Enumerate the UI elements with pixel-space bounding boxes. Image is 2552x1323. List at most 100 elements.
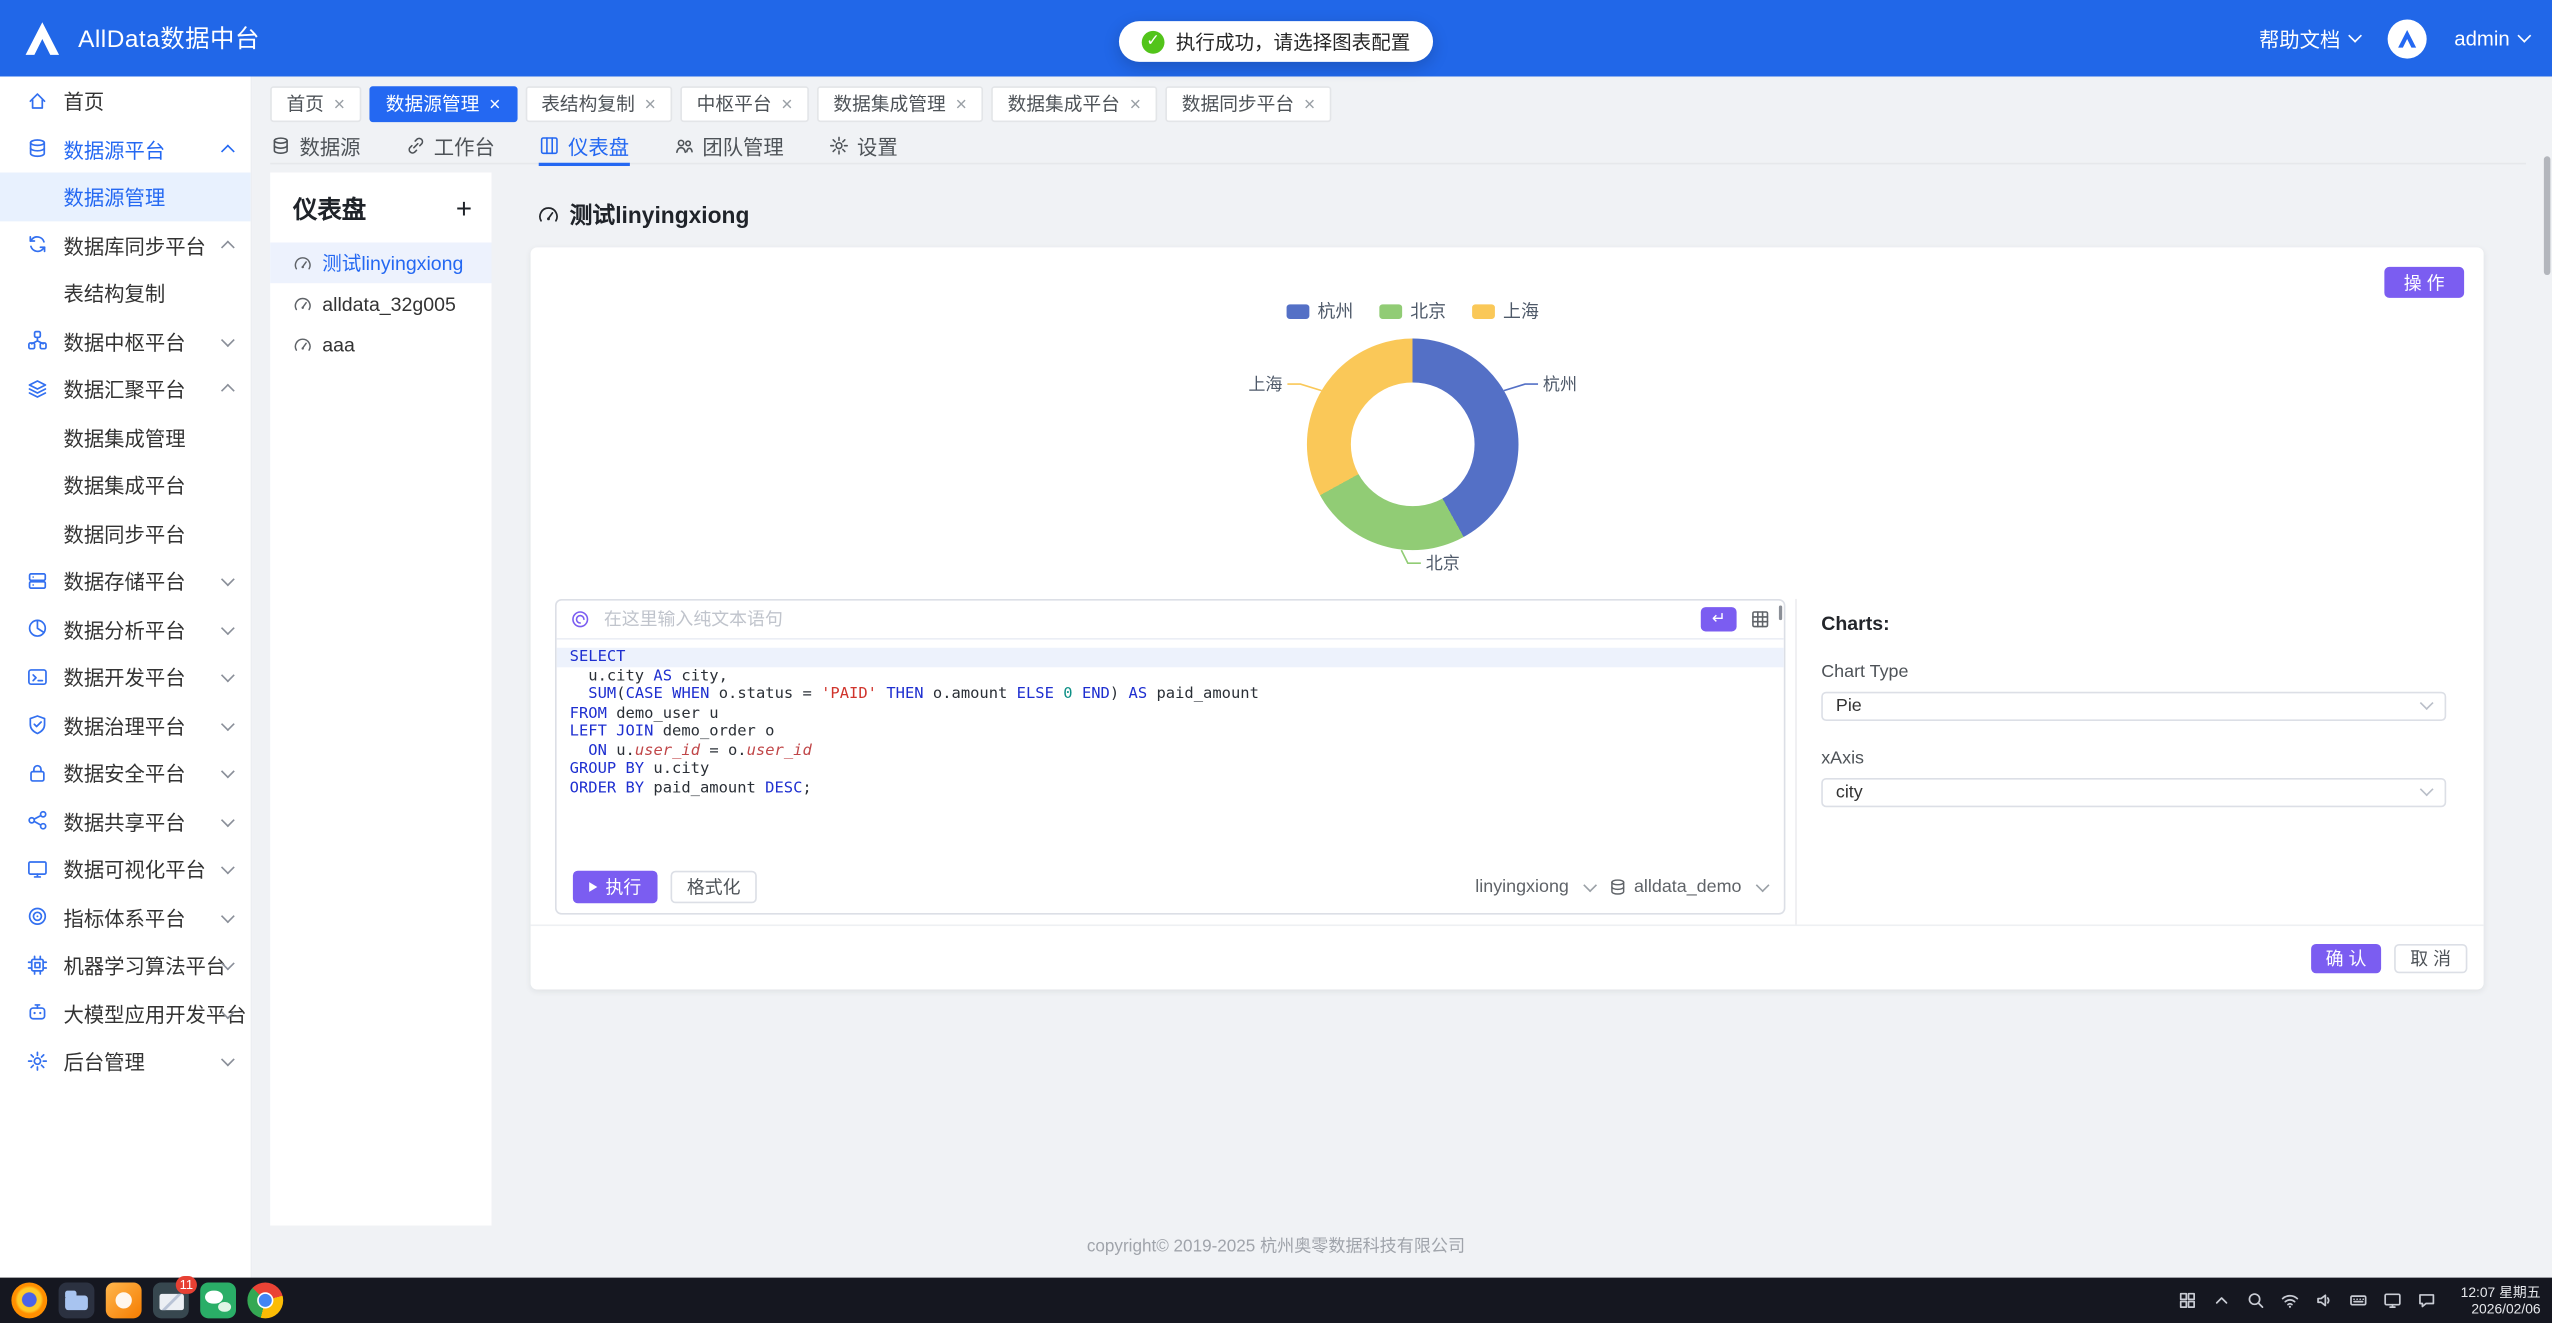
format-button[interactable]: 格式化	[671, 871, 757, 904]
user-menu[interactable]: admin	[2454, 27, 2529, 50]
cancel-button[interactable]: 取 消	[2394, 943, 2467, 972]
sidebar-item[interactable]: 数据源平台	[0, 125, 251, 173]
submit-prompt-button[interactable]: ↵	[1701, 607, 1737, 631]
sidebar-item[interactable]: 数据集成管理	[0, 413, 251, 461]
keyboard-icon[interactable]	[2348, 1291, 2368, 1311]
action-button[interactable]: 操 作	[2384, 267, 2464, 298]
sidebar-item[interactable]: 数据存储平台	[0, 557, 251, 605]
search-icon[interactable]	[2246, 1291, 2266, 1311]
sidebar-item[interactable]: 数据可视化平台	[0, 845, 251, 893]
alldata-platform: AllData数据中台 ✓ 执行成功，请选择图表配置 帮助文档 admin 首页…	[0, 0, 2552, 1323]
help-docs-menu[interactable]: 帮助文档	[2259, 23, 2360, 54]
home-icon	[26, 89, 49, 112]
sidebar-item[interactable]: 表结构复制	[0, 269, 251, 317]
appstore-icon[interactable]	[106, 1283, 142, 1319]
tab-close-icon[interactable]: ×	[955, 94, 966, 114]
sidebar-item-label: 数据治理平台	[63, 709, 185, 740]
subnav-数据源[interactable]: 数据源	[270, 128, 360, 164]
gauge-icon	[293, 334, 313, 354]
sidebar-item[interactable]: 数据库同步平台	[0, 221, 251, 269]
tab-表结构复制[interactable]: 表结构复制×	[525, 86, 672, 122]
database-select[interactable]: alldata_demo	[1608, 877, 1768, 897]
dashboard-list-item[interactable]: alldata_32g005	[270, 283, 491, 324]
subnav-仪表盘[interactable]: 仪表盘	[539, 128, 629, 164]
subnav-设置[interactable]: 设置	[828, 128, 898, 164]
nl-query-input[interactable]	[604, 610, 1688, 630]
sidebar-item[interactable]: 数据开发平台	[0, 653, 251, 701]
page-scrollbar[interactable]	[2543, 156, 2550, 275]
sync-icon	[26, 233, 49, 256]
tab-close-icon[interactable]: ×	[1130, 94, 1141, 114]
chevron-down-icon	[221, 765, 235, 779]
target-icon	[26, 905, 49, 928]
sidebar-item[interactable]: 大模型应用开发平台	[0, 989, 251, 1037]
tab-数据集成管理[interactable]: 数据集成管理×	[817, 86, 983, 122]
xaxis-select[interactable]: city	[1821, 778, 2446, 807]
firefox-icon[interactable]	[11, 1283, 47, 1319]
table-view-icon[interactable]	[1750, 609, 1771, 630]
sidebar-item-label: 数据共享平台	[63, 805, 185, 836]
chrome-icon[interactable]	[247, 1283, 283, 1319]
editor-scrollbar[interactable]	[1778, 605, 1782, 620]
launcher-icon[interactable]	[2177, 1291, 2197, 1311]
files-icon[interactable]	[59, 1283, 95, 1319]
topbar: AllData数据中台 ✓ 执行成功，请选择图表配置 帮助文档 admin	[0, 0, 2552, 76]
tab-数据集成平台[interactable]: 数据集成平台×	[991, 86, 1157, 122]
vertical-divider	[1795, 599, 1797, 925]
connection-select[interactable]: linyingxiong	[1475, 877, 1595, 897]
sidebar-item[interactable]: 数据汇聚平台	[0, 365, 251, 413]
sidebar-item[interactable]: 数据共享平台	[0, 797, 251, 845]
database-icon	[1608, 877, 1628, 897]
add-dashboard-button[interactable]: +	[456, 195, 472, 223]
chevron-up-icon[interactable]	[2212, 1291, 2232, 1311]
notification-badge: 11	[176, 1276, 197, 1294]
sidebar-item[interactable]: 指标体系平台	[0, 893, 251, 941]
tab-close-icon[interactable]: ×	[334, 94, 345, 114]
dashboard-list-item[interactable]: 测试linyingxiong	[270, 243, 491, 284]
wechat-icon[interactable]	[200, 1283, 236, 1319]
sql-prompt-row: ↵	[557, 601, 1784, 640]
tab-首页[interactable]: 首页×	[270, 86, 361, 122]
sidebar-item[interactable]: 数据同步平台	[0, 509, 251, 557]
chevron-down-icon	[221, 621, 235, 635]
tab-数据源管理[interactable]: 数据源管理×	[369, 86, 516, 122]
chat-icon[interactable]	[2417, 1291, 2437, 1311]
sidebar-item[interactable]: 数据集成平台	[0, 461, 251, 509]
dashboard-list-item[interactable]: aaa	[270, 324, 491, 365]
sidebar-item[interactable]: 数据源管理	[0, 173, 251, 221]
chart-type-select[interactable]: Pie	[1821, 692, 2446, 721]
sql-code-area[interactable]: SELECT u.city AS city, SUM(CASE WHEN o.s…	[557, 640, 1784, 861]
subnav-团队管理[interactable]: 团队管理	[673, 128, 784, 164]
sidebar-item-label: 数据集成平台	[63, 469, 185, 500]
gauge-icon	[293, 294, 313, 314]
sidebar-item-label: 机器学习算法平台	[63, 949, 226, 980]
donut-chart[interactable]	[1307, 339, 1519, 551]
tab-close-icon[interactable]: ×	[1304, 94, 1315, 114]
tab-数据同步平台[interactable]: 数据同步平台×	[1165, 86, 1331, 122]
tab-close-icon[interactable]: ×	[781, 94, 792, 114]
tab-中枢平台[interactable]: 中枢平台×	[680, 86, 809, 122]
tab-close-icon[interactable]: ×	[489, 94, 500, 114]
confirm-button[interactable]: 确 认	[2311, 943, 2381, 972]
mail-icon[interactable]: 11	[153, 1283, 189, 1319]
avatar[interactable]	[2388, 19, 2427, 58]
sidebar-item[interactable]: 数据治理平台	[0, 701, 251, 749]
sql-editor: ↵ SELECT u.city AS city, SUM(CASE WHEN o…	[555, 599, 1785, 915]
toast-text: 执行成功，请选择图表配置	[1176, 28, 1410, 56]
sidebar-item[interactable]: 首页	[0, 76, 251, 124]
chevron-down-icon	[221, 909, 235, 923]
sidebar-item[interactable]: 机器学习算法平台	[0, 941, 251, 989]
subnav-工作台[interactable]: 工作台	[404, 128, 494, 164]
monitor-icon[interactable]	[2383, 1291, 2403, 1311]
tab-close-icon[interactable]: ×	[645, 94, 656, 114]
sidebar-item[interactable]: 后台管理	[0, 1037, 251, 1085]
speaker-icon[interactable]	[2314, 1291, 2334, 1311]
shield-icon	[26, 713, 49, 736]
sidebar-item[interactable]: 数据安全平台	[0, 749, 251, 797]
pie-chart: 杭州 北京 上海	[1071, 257, 1755, 583]
sidebar-item[interactable]: 数据中枢平台	[0, 317, 251, 365]
sidebar-item[interactable]: 数据分析平台	[0, 605, 251, 653]
run-button[interactable]: 执行	[573, 871, 658, 904]
wifi-icon[interactable]	[2280, 1291, 2300, 1311]
taskbar-clock[interactable]: 12:07 星期五 2026/02/06	[2461, 1284, 2541, 1317]
